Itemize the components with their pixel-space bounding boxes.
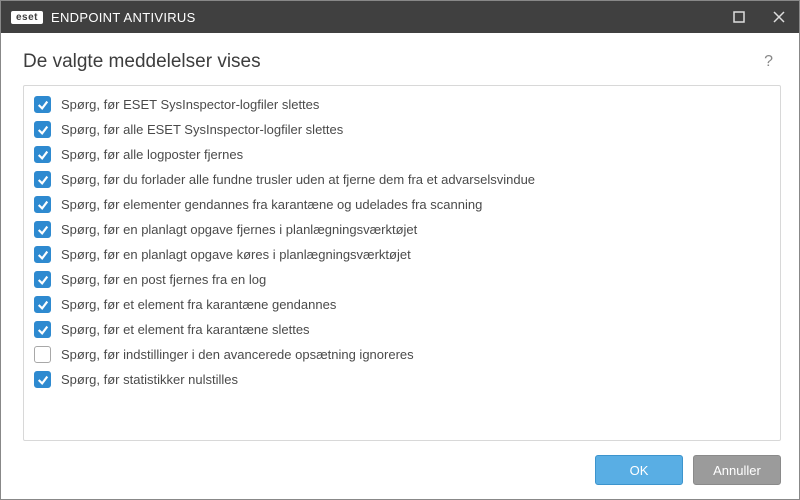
minimize-icon xyxy=(733,11,745,23)
list-item[interactable]: Spørg, før ESET SysInspector-logfiler sl… xyxy=(24,92,780,117)
ok-button[interactable]: OK xyxy=(595,455,683,485)
product-name: ENDPOINT ANTIVIRUS xyxy=(51,10,196,25)
brand-badge: eset xyxy=(11,11,43,24)
list-item[interactable]: Spørg, før indstillinger i den avancered… xyxy=(24,342,780,367)
dialog-footer: OK Annuller xyxy=(1,441,799,499)
checkbox[interactable] xyxy=(34,196,51,213)
list-item-label: Spørg, før indstillinger i den avancered… xyxy=(61,347,414,362)
checkbox[interactable] xyxy=(34,246,51,263)
checkbox[interactable] xyxy=(34,296,51,313)
list-item[interactable]: Spørg, før du forlader alle fundne trusl… xyxy=(24,167,780,192)
list-item-label: Spørg, før statistikker nulstilles xyxy=(61,372,238,387)
titlebar: eset ENDPOINT ANTIVIRUS xyxy=(1,1,799,33)
list-item[interactable]: Spørg, før statistikker nulstilles xyxy=(24,367,780,392)
close-button[interactable] xyxy=(759,1,799,33)
list-item[interactable]: Spørg, før et element fra karantæne slet… xyxy=(24,317,780,342)
list-item-label: Spørg, før en planlagt opgave fjernes i … xyxy=(61,222,417,237)
list-item[interactable]: Spørg, før alle ESET SysInspector-logfil… xyxy=(24,117,780,142)
list-item[interactable]: Spørg, før et element fra karantæne gend… xyxy=(24,292,780,317)
list-item-label: Spørg, før ESET SysInspector-logfiler sl… xyxy=(61,97,319,112)
checkbox[interactable] xyxy=(34,121,51,138)
checkbox[interactable] xyxy=(34,271,51,288)
checkbox[interactable] xyxy=(34,96,51,113)
checkbox[interactable] xyxy=(34,146,51,163)
notification-list-scroll[interactable]: Spørg, før ESET SysInspector-logfiler sl… xyxy=(24,86,780,440)
checkbox[interactable] xyxy=(34,346,51,363)
list-item[interactable]: Spørg, før en post fjernes fra en log xyxy=(24,267,780,292)
cancel-button[interactable]: Annuller xyxy=(693,455,781,485)
list-item-label: Spørg, før du forlader alle fundne trusl… xyxy=(61,172,535,187)
close-icon xyxy=(773,11,785,23)
minimize-button[interactable] xyxy=(719,1,759,33)
notification-list-box: Spørg, før ESET SysInspector-logfiler sl… xyxy=(23,85,781,441)
list-item-label: Spørg, før et element fra karantæne slet… xyxy=(61,322,310,337)
dialog-header: De valgte meddelelser vises ? xyxy=(1,33,799,85)
list-item-label: Spørg, før en post fjernes fra en log xyxy=(61,272,266,287)
list-item-label: Spørg, før en planlagt opgave køres i pl… xyxy=(61,247,411,262)
dialog-window: eset ENDPOINT ANTIVIRUS De valgte meddel… xyxy=(0,0,800,500)
checkbox[interactable] xyxy=(34,321,51,338)
page-title: De valgte meddelelser vises xyxy=(23,51,261,73)
list-item-label: Spørg, før elementer gendannes fra karan… xyxy=(61,197,482,212)
list-item-label: Spørg, før alle logposter fjernes xyxy=(61,147,243,162)
list-item[interactable]: Spørg, før alle logposter fjernes xyxy=(24,142,780,167)
list-item-label: Spørg, før et element fra karantæne gend… xyxy=(61,297,336,312)
checkbox[interactable] xyxy=(34,171,51,188)
list-item[interactable]: Spørg, før en planlagt opgave køres i pl… xyxy=(24,242,780,267)
list-item[interactable]: Spørg, før en planlagt opgave fjernes i … xyxy=(24,217,780,242)
content-area: Spørg, før ESET SysInspector-logfiler sl… xyxy=(1,85,799,441)
list-item-label: Spørg, før alle ESET SysInspector-logfil… xyxy=(61,122,343,137)
checkbox[interactable] xyxy=(34,371,51,388)
list-item[interactable]: Spørg, før elementer gendannes fra karan… xyxy=(24,192,780,217)
checkbox[interactable] xyxy=(34,221,51,238)
help-icon[interactable]: ? xyxy=(760,49,777,75)
